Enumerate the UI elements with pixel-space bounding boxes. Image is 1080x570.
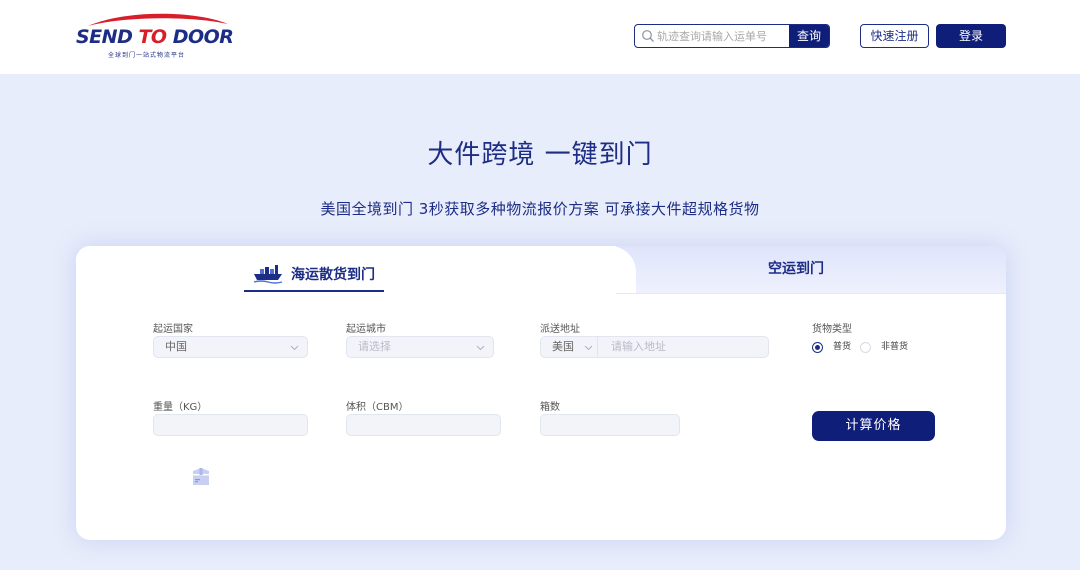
boxes-input[interactable] (540, 414, 680, 436)
tracking-search-input[interactable] (657, 25, 789, 47)
weight-label: 重量（KG） (153, 402, 208, 413)
cargo-type-label: 货物类型 (812, 324, 852, 335)
hero-subtitle: 美国全境到门 3秒获取多种物流报价方案 可承接大件超规格货物 (320, 200, 760, 218)
origin-city-select[interactable]: 请选择 (346, 336, 494, 358)
radio-special-cargo[interactable] (860, 342, 871, 353)
package-box-icon (193, 468, 209, 485)
volume-input[interactable] (346, 414, 501, 436)
origin-city-placeholder: 请选择 (358, 340, 391, 353)
logo-wordmark: SEND TO DOOR (76, 26, 234, 48)
tracking-search: 查询 (634, 24, 830, 48)
origin-country-select[interactable]: 中国 (153, 336, 308, 358)
quick-register-button[interactable]: 快速注册 (860, 24, 929, 48)
volume-label: 体积（CBM） (346, 402, 409, 413)
origin-country-value: 中国 (165, 340, 187, 353)
origin-country-label: 起运国家 (153, 324, 193, 335)
delivery-address-group: 美国 请输入地址 (540, 336, 769, 358)
calculate-price-button[interactable]: 计算价格 (812, 411, 935, 441)
active-tab-underline (244, 290, 384, 292)
chevron-down-icon (290, 345, 299, 351)
weight-input[interactable] (153, 414, 308, 436)
search-button[interactable]: 查询 (789, 25, 829, 47)
top-header: SEND TO DOOR 全球到门一站式物流平台 查询 快速注册 登录 (0, 0, 1080, 74)
boxes-label: 箱数 (540, 402, 560, 413)
hero-title: 大件跨境 一键到门 (427, 140, 653, 170)
cargo-ship-icon (253, 265, 283, 284)
tab-sea-label: 海运散货到门 (291, 267, 375, 283)
radio-general-cargo-label: 普货 (833, 342, 852, 352)
login-button[interactable]: 登录 (936, 24, 1006, 48)
quote-card: 海运散货到门 空运到门 起运国家 中国 起运城市 请选择 派送地址 美国 请输入… (76, 246, 1006, 540)
delivery-address-label: 派送地址 (540, 324, 580, 335)
chevron-down-icon (584, 345, 593, 351)
delivery-country-select[interactable]: 美国 (541, 337, 598, 357)
radio-special-cargo-label: 非普货 (881, 342, 909, 352)
delivery-country-value: 美国 (552, 340, 574, 353)
logo-slogan: 全球到门一站式物流平台 (108, 52, 186, 59)
brand-logo[interactable]: SEND TO DOOR 全球到门一站式物流平台 (74, 12, 244, 62)
tab-divider (616, 293, 1006, 294)
origin-city-label: 起运城市 (346, 324, 386, 335)
tab-sea-freight[interactable]: 海运散货到门 (244, 256, 384, 292)
tab-air-freight[interactable]: 空运到门 (736, 256, 856, 282)
delivery-address-input[interactable]: 请输入地址 (611, 337, 666, 357)
radio-general-cargo[interactable] (812, 342, 823, 353)
chevron-down-icon (476, 345, 485, 351)
search-icon (642, 30, 654, 42)
